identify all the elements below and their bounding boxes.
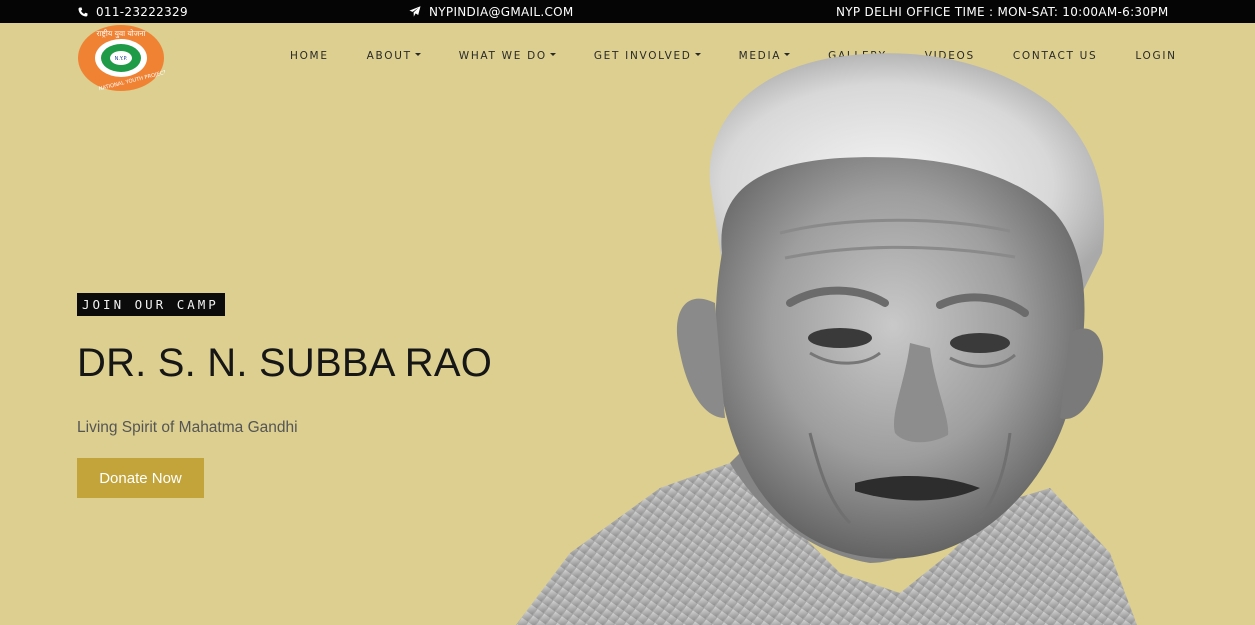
caret-down-icon [414, 52, 421, 56]
logo-hindi-text: राष्ट्रीय युवा योजना [97, 29, 147, 39]
nav-item-login[interactable]: LOGIN [1135, 50, 1176, 62]
nav-item-home[interactable]: HOME [290, 50, 329, 62]
portrait-photo [516, 53, 1137, 625]
join-camp-tag: JOIN OUR CAMP [77, 293, 225, 316]
top-contact-bar: 011-23222329 NYPINDIA@GMAIL.COM NYP DELH… [0, 0, 1255, 23]
phone-number: 011-23222329 [96, 4, 188, 19]
nyp-logo[interactable]: N.Y.P. राष्ट्रीय युवा योजना NATIONAL YOU… [77, 24, 165, 92]
phone-icon [78, 7, 88, 16]
office-time: NYP DELHI OFFICE TIME : MON-SAT: 10:00AM… [836, 0, 1169, 23]
nav-item-about[interactable]: ABOUT [367, 50, 421, 62]
email-address: NYPINDIA@GMAIL.COM [429, 4, 574, 19]
donate-now-button[interactable]: Donate Now [77, 458, 204, 498]
email-contact[interactable]: NYPINDIA@GMAIL.COM [409, 0, 574, 23]
office-time-text: NYP DELHI OFFICE TIME : MON-SAT: 10:00AM… [836, 4, 1169, 19]
hero-title: DR. S. N. SUBBA RAO [77, 341, 493, 385]
hero-subtitle: Living Spirit of Mahatma Gandhi [77, 419, 298, 436]
logo-center-text: N.Y.P. [115, 56, 128, 62]
paper-plane-icon [409, 6, 421, 17]
hero-section: N.Y.P. राष्ट्रीय युवा योजना NATIONAL YOU… [0, 23, 1255, 625]
phone-contact[interactable]: 011-23222329 [78, 0, 188, 23]
